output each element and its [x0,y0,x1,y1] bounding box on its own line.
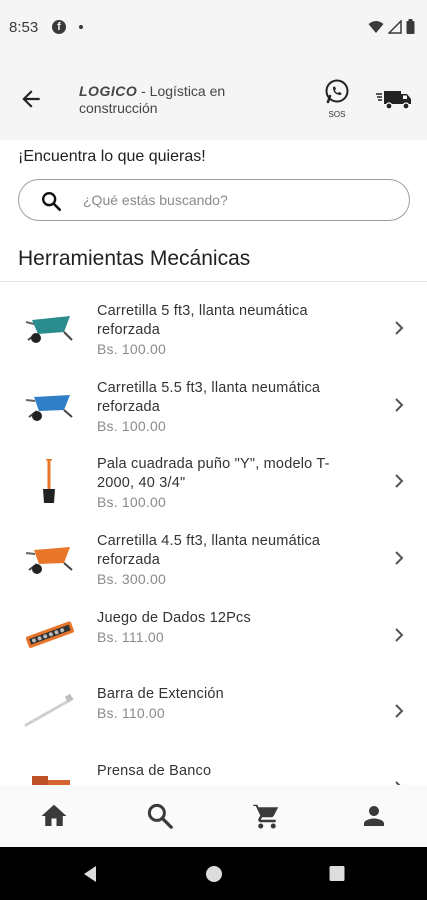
product-list: Carretilla 5 ft3, llanta neumática refor… [0,292,427,785]
wheelbarrow-teal-icon [25,316,73,343]
bottom-nav [0,785,427,847]
cart-icon[interactable] [252,801,282,831]
product-price: Bs. 100.00 [97,417,166,434]
search-input[interactable]: ¿Qué estás buscando? [18,179,410,221]
system-back-icon[interactable] [82,865,98,883]
system-home-icon[interactable] [205,865,223,883]
chevron-right-icon [395,397,404,412]
system-nav-bar [0,847,427,900]
delivery-truck-icon[interactable] [376,86,412,112]
chevron-right-icon [395,704,404,719]
app-title: LOGICO - Logística en construcción [79,83,279,117]
whatsapp-sos-button[interactable]: SOS [322,78,352,122]
wifi-icon [368,20,384,33]
app-brand: LOGICO [79,83,138,99]
notification-dot-icon [79,25,83,29]
battery-icon [406,19,415,34]
product-item[interactable]: Carretilla 5 ft3, llanta neumática refor… [0,292,427,369]
socket-set-icon [25,621,74,648]
back-arrow-icon[interactable] [18,86,44,112]
product-item[interactable]: Carretilla 4.5 ft3, llanta neumática ref… [0,522,427,599]
bench-vise-icon [32,776,70,785]
whatsapp-icon [325,79,349,104]
divider [0,281,427,282]
product-name: Carretilla 5 ft3, llanta neumática refor… [97,302,347,359]
chevron-right-icon [395,551,404,565]
profile-icon[interactable] [359,801,389,831]
product-name: Prensa de Banco [97,763,212,780]
product-name: Carretilla 4.5 ft3, llanta neumática ref… [97,532,347,589]
chevron-right-icon [395,474,404,489]
product-name: Juego de Dados 12Pcs Bs. 111.00 [97,609,347,647]
wheelbarrow-blue-icon [25,394,73,421]
product-name: Carretilla 5.5 ft3, llanta neumática ref… [97,379,347,436]
signal-icon [388,19,402,34]
product-price: Bs. 110.00 [97,705,165,722]
chevron-right-icon [395,628,404,642]
product-item[interactable]: Carretilla 5.5 ft3, llanta neumática ref… [0,369,427,446]
chevron-right-icon [395,321,404,335]
shovel-icon [43,459,55,504]
system-recents-icon[interactable] [329,865,345,883]
extension-bar-icon [24,694,74,727]
status-bar: 8:53 f [0,0,427,56]
home-icon[interactable] [39,801,69,831]
product-item[interactable]: Prensa de Banco [0,752,427,785]
search-icon [42,192,61,211]
facebook-notification-icon: f [52,20,66,34]
product-name: Barra de Extención Bs. 110.00 [97,685,347,723]
product-item[interactable]: Pala cuadrada puño "Y", modelo T-2000, 4… [0,445,427,522]
search-nav-icon[interactable] [145,801,175,831]
status-time: 8:53 [9,19,39,36]
product-price: Bs. 100.00 [97,341,166,357]
status-icons [368,19,415,34]
app-bar: LOGICO - Logística en construcción SOS [0,56,427,140]
product-item[interactable]: Barra de Extención Bs. 110.00 [0,675,427,752]
search-prompt: ¡Encuentra lo que quieras! [18,148,206,165]
category-title: Herramientas Mecánicas [18,247,251,270]
product-name: Pala cuadrada puño "Y", modelo T-2000, 4… [97,455,347,512]
sos-label: SOS [328,110,346,119]
search-placeholder: ¿Qué estás buscando? [83,192,228,208]
product-price: Bs. 300.00 [97,571,166,588]
product-price: Bs. 100.00 [97,494,166,511]
product-price: Bs. 111.00 [97,628,164,645]
product-item[interactable]: Juego de Dados 12Pcs Bs. 111.00 [0,599,427,676]
wheelbarrow-orange-icon [25,547,73,575]
